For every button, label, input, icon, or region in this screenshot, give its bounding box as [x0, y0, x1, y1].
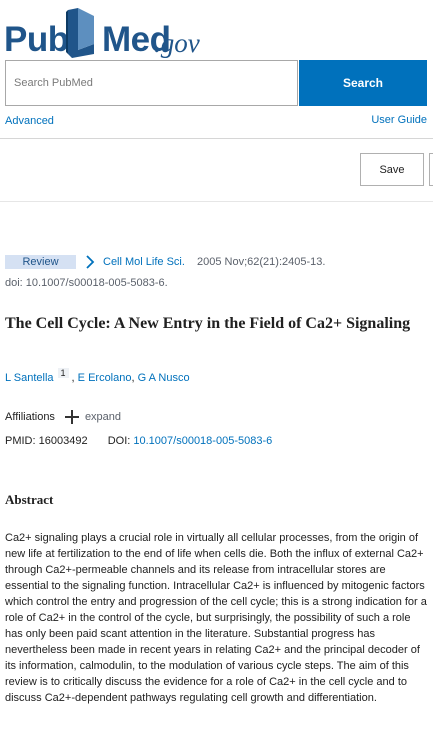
- citation-date: 2005 Nov;62(21):2405-13.: [197, 256, 326, 268]
- plus-icon[interactable]: [64, 410, 79, 424]
- pubmed-logo[interactable]: Pub Med .gov: [4, 6, 214, 62]
- doi-link[interactable]: 10.1007/s00018-005-5083-6: [133, 435, 272, 447]
- advanced-search-link[interactable]: Advanced: [5, 115, 54, 127]
- save-button[interactable]: Save: [360, 153, 424, 186]
- affiliation-marker[interactable]: 1: [57, 368, 69, 378]
- abstract-heading: Abstract: [5, 492, 54, 507]
- pmid-value: 16003492: [38, 435, 88, 447]
- affiliations-toggle[interactable]: Affiliations expand: [5, 410, 121, 424]
- doi-label: DOI:: [107, 435, 131, 447]
- pmid-label: PMID:: [5, 435, 36, 447]
- logo-gov-text: .gov: [154, 28, 200, 58]
- publication-type-badge: Review: [5, 255, 76, 269]
- expand-label[interactable]: expand: [85, 411, 121, 423]
- site-header: Pub Med .gov Search Advanced User Guide: [0, 0, 433, 138]
- author-list: L Santella 1, E Ercolano, G A Nusco: [5, 368, 190, 384]
- chevron-right-icon: [86, 255, 95, 269]
- author-link[interactable]: E Ercolano: [78, 372, 132, 384]
- search-button[interactable]: Search: [299, 60, 427, 106]
- email-button[interactable]: [429, 153, 433, 186]
- affiliations-label: Affiliations: [5, 411, 55, 423]
- abstract-text: Ca2+ signaling plays a crucial role in v…: [5, 532, 427, 704]
- article-identifiers: PMID: 16003492 DOI: 10.1007/s00018-005-5…: [5, 435, 272, 447]
- citation-doi: doi: 10.1007/s00018-005-5083-6.: [5, 277, 168, 289]
- article-title: The Cell Cycle: A New Entry in the Field…: [5, 315, 411, 332]
- journal-link[interactable]: Cell Mol Life Sci.: [103, 256, 185, 268]
- search-field[interactable]: [5, 60, 298, 106]
- author-link[interactable]: G A Nusco: [138, 372, 190, 384]
- article-actions-bar: Save: [0, 139, 433, 201]
- search-input[interactable]: [6, 61, 297, 105]
- logo-pub-text: Pub: [4, 20, 69, 59]
- actions-divider: [0, 201, 433, 202]
- user-guide-link[interactable]: User Guide: [371, 114, 427, 126]
- pubmed-book-icon: [66, 8, 94, 58]
- author-link[interactable]: L Santella: [5, 372, 54, 384]
